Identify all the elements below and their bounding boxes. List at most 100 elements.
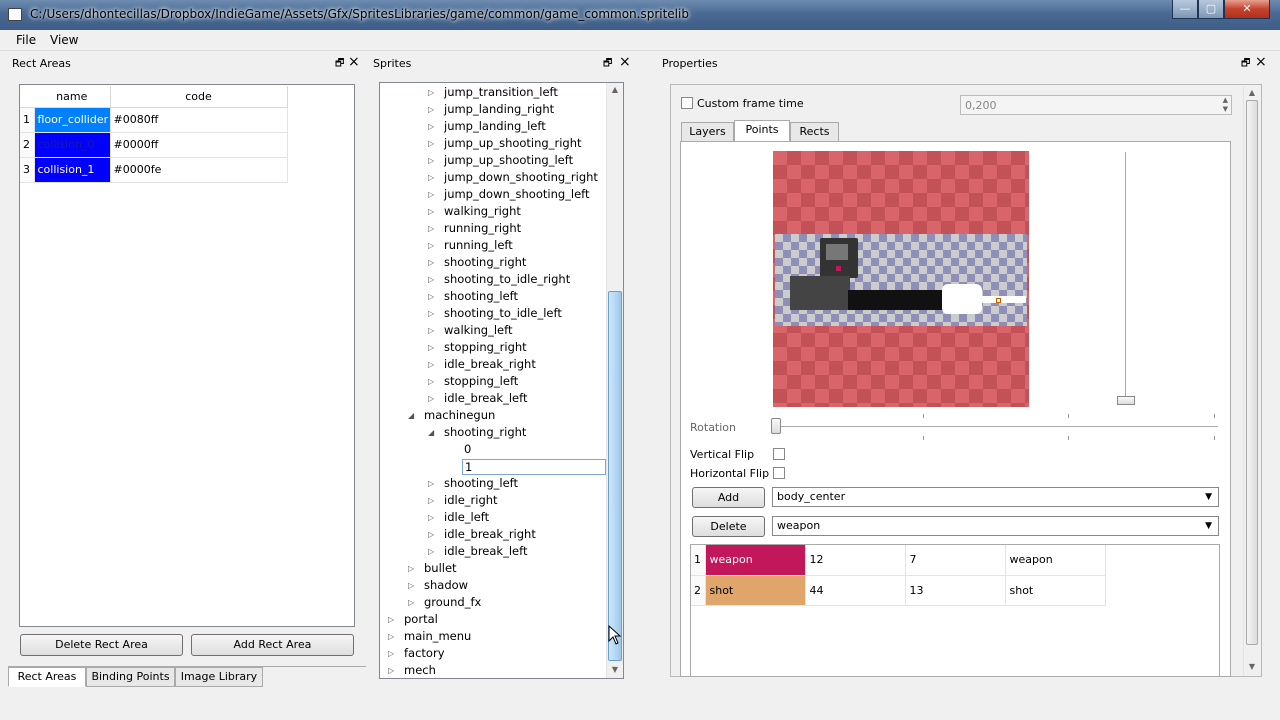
- scroll-thumb[interactable]: [608, 291, 622, 661]
- custom-frame-time-label: Custom frame time: [697, 97, 804, 110]
- collapsed-arrow-icon[interactable]: ▷: [428, 390, 434, 407]
- rect-name-cell[interactable]: collision_1: [34, 157, 111, 183]
- collapsed-arrow-icon[interactable]: ▷: [428, 84, 434, 101]
- collapsed-arrow-icon[interactable]: ▷: [428, 237, 434, 254]
- tab-image-library[interactable]: Image Library: [175, 667, 263, 687]
- close-dock-icon[interactable]: ×: [619, 54, 631, 70]
- collapsed-arrow-icon[interactable]: ▷: [428, 373, 434, 390]
- column-header-name[interactable]: name: [34, 86, 111, 108]
- collapsed-arrow-icon[interactable]: ▷: [408, 594, 414, 611]
- scroll-down-icon[interactable]: ▼: [608, 665, 622, 674]
- scroll-up-icon[interactable]: ▲: [1245, 88, 1259, 97]
- collapsed-arrow-icon[interactable]: ▷: [388, 645, 394, 662]
- rect-code-cell[interactable]: #0000ff: [110, 132, 288, 158]
- point-name-cell[interactable]: shot: [705, 575, 806, 606]
- collapsed-arrow-icon[interactable]: ▷: [428, 526, 434, 543]
- expanded-arrow-icon[interactable]: ◢: [428, 424, 434, 441]
- collapsed-arrow-icon[interactable]: ▷: [428, 118, 434, 135]
- table-row[interactable]: 3 collision_1 #0000fe: [20, 157, 288, 183]
- close-window-button[interactable]: ✕: [1224, 0, 1270, 19]
- point-name-cell[interactable]: weapon: [705, 545, 806, 576]
- column-header-code[interactable]: code: [110, 86, 288, 108]
- tree-item-label: shadow: [424, 578, 469, 592]
- collapsed-arrow-icon[interactable]: ▷: [428, 356, 434, 373]
- tab-binding-points[interactable]: Binding Points: [86, 667, 175, 687]
- scroll-down-icon[interactable]: ▼: [1245, 662, 1259, 671]
- delete-rect-area-button[interactable]: Delete Rect Area: [20, 634, 183, 656]
- rotation-slider-handle[interactable]: [771, 418, 781, 434]
- menu-file[interactable]: File: [16, 33, 36, 47]
- float-dock-icon[interactable]: 🗗: [1241, 56, 1250, 73]
- delete-point-button[interactable]: Delete: [692, 516, 765, 537]
- collapsed-arrow-icon[interactable]: ▷: [428, 475, 434, 492]
- rect-code-cell[interactable]: #0000fe: [110, 157, 288, 183]
- minimize-button[interactable]: —: [1172, 0, 1198, 19]
- collapsed-arrow-icon[interactable]: ▷: [428, 271, 434, 288]
- point-y-cell[interactable]: 7: [905, 545, 1006, 576]
- zoom-slider-track[interactable]: [1125, 152, 1126, 402]
- custom-frame-time-checkbox[interactable]: [681, 97, 693, 109]
- collapsed-arrow-icon[interactable]: ▷: [428, 186, 434, 203]
- delete-point-select[interactable]: weapon ▼: [772, 516, 1219, 536]
- rect-code-cell[interactable]: #0080ff: [110, 107, 288, 133]
- collapsed-arrow-icon[interactable]: ▷: [428, 152, 434, 169]
- collapsed-arrow-icon[interactable]: ▷: [388, 628, 394, 645]
- collapsed-arrow-icon[interactable]: ▷: [428, 339, 434, 356]
- collapsed-arrow-icon[interactable]: ▷: [428, 101, 434, 118]
- close-dock-icon[interactable]: ×: [1255, 54, 1267, 70]
- zoom-slider-handle[interactable]: [1117, 396, 1135, 405]
- expanded-arrow-icon[interactable]: ◢: [408, 407, 414, 424]
- collapsed-arrow-icon[interactable]: ▷: [428, 288, 434, 305]
- collapsed-arrow-icon[interactable]: ▷: [428, 169, 434, 186]
- collapsed-arrow-icon[interactable]: ▷: [428, 322, 434, 339]
- point-type-cell[interactable]: shot: [1005, 575, 1106, 606]
- float-dock-icon[interactable]: 🗗: [335, 56, 344, 73]
- add-rect-area-button[interactable]: Add Rect Area: [191, 634, 354, 656]
- point-x-cell[interactable]: 44: [805, 575, 906, 606]
- sprites-scrollbar[interactable]: ▲ ▼: [606, 83, 623, 678]
- add-point-button[interactable]: Add: [692, 487, 765, 508]
- close-dock-icon[interactable]: ×: [348, 54, 360, 70]
- float-dock-icon[interactable]: 🗗: [603, 56, 612, 73]
- table-row[interactable]: 2 collision_0 #0000ff: [20, 132, 288, 158]
- horizontal-flip-checkbox[interactable]: [773, 467, 785, 479]
- collapsed-arrow-icon[interactable]: ▷: [428, 254, 434, 271]
- collapsed-arrow-icon[interactable]: ▷: [408, 560, 414, 577]
- shot-point-marker[interactable]: [996, 298, 1001, 303]
- collapsed-arrow-icon[interactable]: ▷: [428, 509, 434, 526]
- spin-arrows-icon[interactable]: ▲ ▼: [1223, 96, 1228, 114]
- maximize-button[interactable]: ▢: [1198, 0, 1224, 19]
- vertical-flip-checkbox[interactable]: [773, 448, 785, 460]
- tab-rects[interactable]: Rects: [790, 122, 839, 142]
- table-row[interactable]: 1 weapon 12 7 weapon: [691, 545, 1106, 576]
- horizontal-flip-label: Horizontal Flip: [690, 467, 770, 480]
- collapsed-arrow-icon[interactable]: ▷: [428, 203, 434, 220]
- tab-layers[interactable]: Layers: [681, 122, 734, 142]
- collapsed-arrow-icon[interactable]: ▷: [408, 577, 414, 594]
- point-x-cell[interactable]: 12: [805, 545, 906, 576]
- sprites-tree[interactable]: ▷ jump_transition_left ▷ jump_landing_right…: [379, 82, 624, 679]
- collapsed-arrow-icon[interactable]: ▷: [388, 611, 394, 628]
- point-type-cell[interactable]: weapon: [1005, 545, 1106, 576]
- properties-scrollbar[interactable]: ▲ ▼: [1243, 86, 1260, 676]
- scroll-up-icon[interactable]: ▲: [608, 85, 622, 94]
- collapsed-arrow-icon[interactable]: ▷: [428, 135, 434, 152]
- table-row[interactable]: 2 shot 44 13 shot: [691, 575, 1106, 606]
- collapsed-arrow-icon[interactable]: ▷: [428, 305, 434, 322]
- collapsed-arrow-icon[interactable]: ▷: [428, 543, 434, 560]
- rotation-slider-track[interactable]: [776, 426, 1218, 427]
- tab-points[interactable]: Points: [734, 120, 790, 142]
- tree-item-label: shooting_right: [444, 425, 527, 439]
- table-row[interactable]: 1 floor_collider #0080ff: [20, 107, 288, 133]
- add-point-select[interactable]: body_center ▼: [772, 487, 1219, 507]
- scroll-thumb[interactable]: [1246, 100, 1258, 645]
- collapsed-arrow-icon[interactable]: ▷: [428, 492, 434, 509]
- rect-name-cell[interactable]: floor_collider: [34, 107, 111, 133]
- menu-view[interactable]: View: [50, 33, 78, 47]
- frame-time-input[interactable]: 0,200 ▲ ▼: [960, 95, 1232, 115]
- tab-rect-areas[interactable]: Rect Areas: [8, 667, 86, 687]
- collapsed-arrow-icon[interactable]: ▷: [428, 220, 434, 237]
- rect-name-cell[interactable]: collision_0: [34, 132, 111, 158]
- point-y-cell[interactable]: 13: [905, 575, 1006, 606]
- collapsed-arrow-icon[interactable]: ▷: [388, 662, 394, 678]
